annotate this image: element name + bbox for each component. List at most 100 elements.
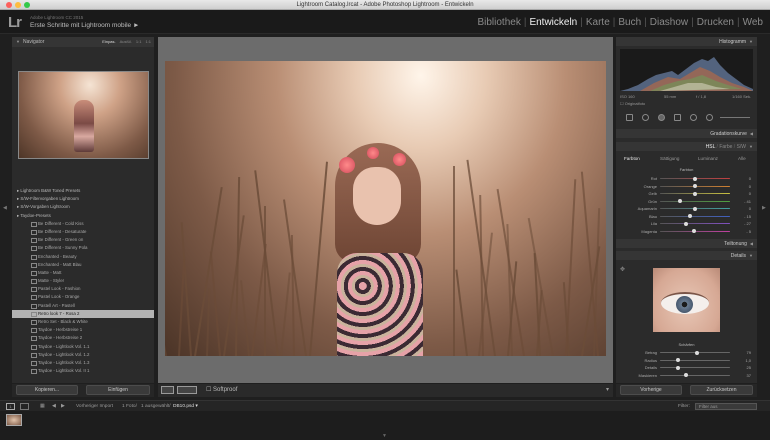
navigator-header[interactable]: ▼ Navigator Einpas. Ausfül. 1:1 1:1	[12, 37, 154, 47]
slider-handle[interactable]	[691, 229, 696, 233]
original-photo-checkbox[interactable]: ☐ Originalfoto	[620, 101, 645, 106]
navigator-preview[interactable]	[18, 71, 149, 159]
filmstrip-thumbnail[interactable]	[6, 414, 22, 426]
preset-item[interactable]: Pastell Art - Pastell	[12, 302, 154, 310]
preset-item[interactable]: Taydoe - Herbstreise 1	[12, 326, 154, 334]
radial-filter-tool-icon[interactable]	[690, 114, 697, 121]
adjustment-slider[interactable]: Radius 1,0	[620, 357, 753, 365]
left-panel-toggle-icon[interactable]: ◀	[3, 205, 7, 217]
tool-slider[interactable]	[720, 117, 750, 118]
slider-handle[interactable]	[678, 199, 683, 203]
adjustment-slider[interactable]: Details 25	[620, 364, 753, 372]
preset-item[interactable]: Retro look 7 - Rosa 2	[12, 309, 154, 318]
preset-item[interactable]: Enchanted - Matt Blau	[12, 261, 154, 269]
slider-value[interactable]: - 15	[735, 213, 751, 221]
mobile-start-link[interactable]: Erste Schritte mit Lightroom mobile ►	[30, 22, 139, 29]
main-photo[interactable]	[165, 61, 606, 356]
hsl-subtab[interactable]: Sättigung	[660, 154, 679, 163]
toolbar-menu-icon[interactable]: ▾	[606, 386, 609, 393]
slider-value[interactable]: - 5	[735, 228, 751, 236]
adjustment-slider[interactable]: Blau - 15	[620, 213, 753, 221]
filmstrip-toggle-icon[interactable]: ▼	[382, 433, 387, 439]
slider-value[interactable]: 37	[735, 372, 751, 380]
adjustment-slider[interactable]: Aquamarin 0	[620, 205, 753, 213]
adjustment-slider[interactable]: Betrag 79	[620, 349, 753, 357]
tab-farbe[interactable]: Farbe	[719, 144, 732, 150]
preset-item[interactable]: Enchanted - Beauty	[12, 253, 154, 261]
navigator-zoom-option[interactable]: Ausfül.	[120, 39, 132, 44]
loupe-view-button[interactable]	[161, 386, 174, 394]
detail-target-icon[interactable]: ✥	[620, 266, 625, 273]
preset-item[interactable]: Matte - Styler	[12, 277, 154, 285]
slider-handle[interactable]	[675, 358, 680, 362]
preset-item[interactable]: Matte - Matt	[12, 269, 154, 277]
slider-handle[interactable]	[695, 350, 700, 355]
adjustment-brush-tool-icon[interactable]	[706, 114, 713, 121]
adjustment-slider[interactable]: Maskieren 37	[620, 372, 753, 380]
softproof-checkbox[interactable]: ☐ Softproof	[206, 386, 237, 393]
slider-track[interactable]	[660, 223, 730, 225]
preset-item[interactable]: Pastel Look - Fashion	[12, 285, 154, 293]
slider-value[interactable]: 79	[735, 349, 751, 357]
details-header[interactable]: Details ▼	[616, 251, 757, 260]
preset-item[interactable]: Be Different - Cold Kiss	[12, 220, 154, 228]
preset-item[interactable]: Taydoe - Lightlook Vol. 1.1	[12, 343, 154, 351]
slider-handle[interactable]	[683, 221, 688, 226]
slider-value[interactable]: 0	[735, 175, 751, 183]
copy-settings-button[interactable]: Kopieren...	[16, 385, 78, 395]
crop-tool-icon[interactable]	[626, 114, 633, 121]
preset-item[interactable]: Be Different - Sunny Pola	[12, 244, 154, 252]
module-diashow[interactable]: Diashow	[647, 17, 691, 28]
module-web[interactable]: Web	[740, 17, 766, 28]
monitor-2-icon[interactable]	[20, 403, 29, 410]
slider-handle[interactable]	[688, 214, 693, 218]
tone-curve-header[interactable]: Gradationskurve ◀	[616, 129, 757, 138]
slider-handle[interactable]	[675, 365, 680, 370]
filter-dropdown[interactable]: Filter aus	[695, 403, 757, 410]
preset-item[interactable]: Taydoe - Lightlook Vol. 1.3	[12, 359, 154, 367]
graduated-filter-tool-icon[interactable]	[674, 114, 681, 121]
slider-track[interactable]	[660, 359, 730, 361]
preset-item[interactable]: Taydoe - Herbstreise 2	[12, 334, 154, 342]
preset-folder[interactable]: ▸ S/W-Vorgaben Lightroom	[12, 203, 154, 211]
reset-button[interactable]: Zurücksetzen	[690, 385, 753, 395]
hsl-subtab[interactable]: Farbton	[624, 154, 640, 163]
slider-handle[interactable]	[683, 373, 688, 377]
monitor-1-icon[interactable]: 1	[6, 403, 15, 410]
adjustment-slider[interactable]: Lila - 27	[620, 220, 753, 228]
histogram[interactable]	[620, 49, 753, 91]
split-toning-header[interactable]: Teiltonung ◀	[616, 239, 757, 248]
module-buch[interactable]: Buch	[615, 17, 644, 28]
slider-value[interactable]: 0	[735, 190, 751, 198]
slider-track[interactable]	[660, 367, 730, 369]
slider-handle[interactable]	[693, 191, 697, 196]
module-entwickeln[interactable]: Entwickeln	[526, 17, 580, 28]
slider-value[interactable]: 0	[735, 205, 751, 213]
module-drucken[interactable]: Drucken	[694, 17, 737, 28]
before-after-view-button[interactable]	[177, 386, 197, 394]
slider-track[interactable]	[660, 374, 730, 376]
slider-track[interactable]	[660, 215, 730, 217]
adjustment-slider[interactable]: Magenta - 5	[620, 228, 753, 236]
navigator-zoom-option[interactable]: 1:1	[136, 39, 142, 44]
tab-hsl[interactable]: HSL	[706, 144, 716, 150]
preset-item[interactable]: Taydoe - Lightlook Vol. II 1	[12, 367, 154, 375]
preset-item[interactable]: Be Different - Green on	[12, 236, 154, 244]
hsl-subtab[interactable]: Luminanz	[698, 154, 718, 163]
paste-settings-button[interactable]: Einfügen	[86, 385, 150, 395]
hsl-subtab[interactable]: Alle	[738, 154, 746, 163]
slider-value[interactable]: 0	[735, 183, 751, 191]
slider-handle[interactable]	[693, 206, 697, 211]
preset-item[interactable]: Taydoe - Lightlook Vol. 1.2	[12, 351, 154, 359]
adjustment-slider[interactable]: Gelb 0	[620, 190, 753, 198]
preset-item[interactable]: Pastel Look - Orange	[12, 293, 154, 301]
slider-track[interactable]	[660, 200, 730, 202]
adjustment-slider[interactable]: Grün - 41	[620, 198, 753, 206]
detail-zoom-preview[interactable]	[653, 268, 720, 332]
slider-value[interactable]: 1,0	[735, 357, 751, 365]
preset-folder[interactable]: ▸ Lightroom B&W Toned Presets	[12, 187, 154, 195]
adjustment-slider[interactable]: Orange 0	[620, 183, 753, 191]
previous-settings-button[interactable]: Vorherige	[620, 385, 682, 395]
module-bibliothek[interactable]: Bibliothek	[474, 17, 523, 28]
preset-folder[interactable]: ▸ S/W-Filtervorgaben Lightroom	[12, 195, 154, 203]
